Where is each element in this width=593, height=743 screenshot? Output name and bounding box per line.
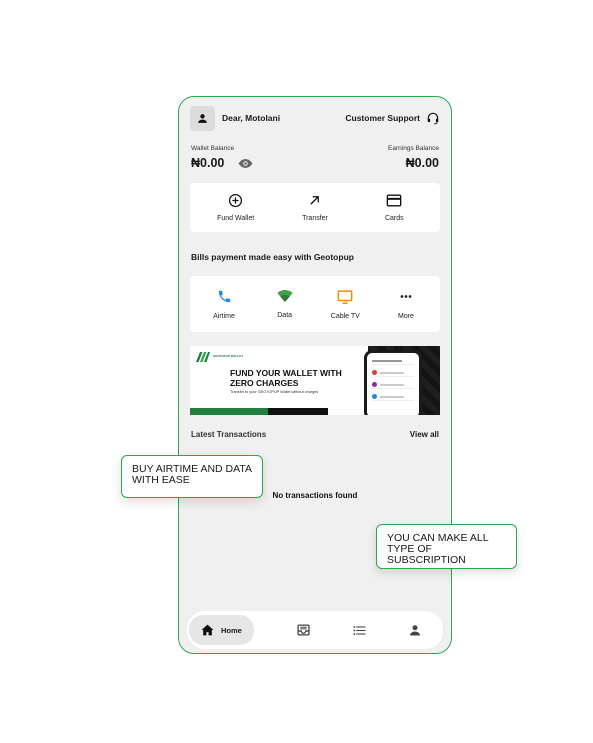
fund-wallet-label: Fund Wallet (217, 215, 255, 222)
profile-icon[interactable] (409, 624, 421, 636)
banner-footer-strip (190, 408, 268, 415)
earnings-balance-amount: ₦0.00 (405, 156, 439, 170)
data-button[interactable]: Data (261, 289, 309, 319)
wallet-balance-label: Wallet Balance (191, 145, 235, 152)
banner-footer-strip-dark (268, 408, 328, 415)
mock-row (372, 393, 414, 401)
wifi-icon (276, 290, 293, 302)
home-icon (201, 624, 214, 636)
greeting: Dear, Motolani (222, 113, 281, 123)
view-all-link[interactable]: View all (410, 430, 439, 439)
banner-subtext: Transfer to your GEOTOPUP Wallet without… (230, 390, 319, 394)
earnings-balance-label: Earnings Balance (388, 145, 439, 152)
more-button[interactable]: More (382, 289, 430, 320)
card-icon (386, 194, 402, 207)
geotopup-logo: GEOTOPUP WALLET (196, 352, 243, 362)
banner-headline: FUND YOUR WALLET WITH ZERO CHARGES (230, 368, 342, 388)
more-label: More (397, 312, 414, 320)
person-icon (198, 113, 207, 123)
user-profile[interactable]: Dear, Motolani (190, 105, 281, 131)
data-label: Data (277, 312, 293, 319)
headset-icon (427, 112, 439, 125)
balances: Wallet Balance ₦0.00 Earnings Balance ₦0… (191, 145, 439, 175)
geotopup-logo-mark (196, 352, 210, 362)
list-icon[interactable] (353, 625, 366, 636)
more-icon (400, 294, 412, 298)
latest-transactions-header: Latest Transactions View all (191, 430, 439, 439)
banner-headline-1: FUND YOUR WALLET WITH (230, 368, 342, 378)
latest-transactions-title: Latest Transactions (191, 430, 267, 439)
nav-home-label: Home (221, 625, 242, 635)
nav-home[interactable]: Home (189, 615, 254, 645)
callout-airtime: BUY AIRTIME AND DATA WITH EASE (121, 455, 263, 498)
stage: Dear, Motolani Customer Support Wallet B… (0, 0, 593, 743)
banner-headline-2: ZERO CHARGES (230, 378, 299, 388)
bills-services: Airtime Data Cable TV More (190, 276, 440, 332)
airtime-button[interactable]: Airtime (200, 289, 248, 320)
mock-row (372, 357, 414, 365)
earnings-balance-amount-row: ₦0.00 (388, 156, 439, 170)
cards-label: Cards (384, 215, 404, 222)
promo-banner[interactable]: GEOTOPUP WALLET FUND YOUR WALLET WITH ZE… (190, 346, 440, 415)
eye-icon[interactable] (238, 158, 253, 169)
wallet-balance-amount-row: ₦0.00 (191, 156, 253, 170)
callout-subscription: YOU CAN MAKE ALL TYPE OF SUBSCRIPTION (376, 524, 517, 569)
cards-button[interactable]: Cards (355, 193, 434, 222)
bottom-nav: Home (187, 611, 443, 649)
earnings-balance: Earnings Balance ₦0.00 (388, 145, 439, 170)
fund-wallet-button[interactable]: Fund Wallet (196, 193, 275, 222)
customer-support-button[interactable]: Customer Support (345, 111, 440, 125)
wallet-actions: Fund Wallet Transfer Cards (190, 183, 440, 232)
wallet-balance: Wallet Balance ₦0.00 (191, 145, 253, 170)
logo-text: GEOTOPUP WALLET (213, 354, 244, 359)
cable-tv-label: Cable TV (330, 312, 360, 320)
avatar[interactable] (190, 105, 215, 131)
mock-row (372, 381, 414, 389)
cable-tv-button[interactable]: Cable TV (321, 289, 369, 320)
tv-icon (337, 289, 353, 304)
phone-mockup-image (364, 350, 422, 415)
arrow-up-right-icon (310, 196, 320, 205)
transfer-label: Transfer (302, 215, 328, 222)
phone-icon (218, 290, 230, 302)
airtime-label: Airtime (213, 312, 235, 320)
mock-row (372, 369, 414, 377)
top-bar: Dear, Motolani Customer Support (190, 105, 440, 131)
inbox-icon[interactable] (297, 624, 310, 636)
add-circle-icon (229, 193, 243, 208)
bills-title: Bills payment made easy with Geotopup (191, 252, 354, 262)
customer-support-label: Customer Support (345, 113, 420, 123)
phone-frame: Dear, Motolani Customer Support Wallet B… (178, 96, 452, 654)
transfer-button[interactable]: Transfer (275, 193, 354, 222)
wallet-balance-amount: ₦0.00 (191, 156, 225, 170)
